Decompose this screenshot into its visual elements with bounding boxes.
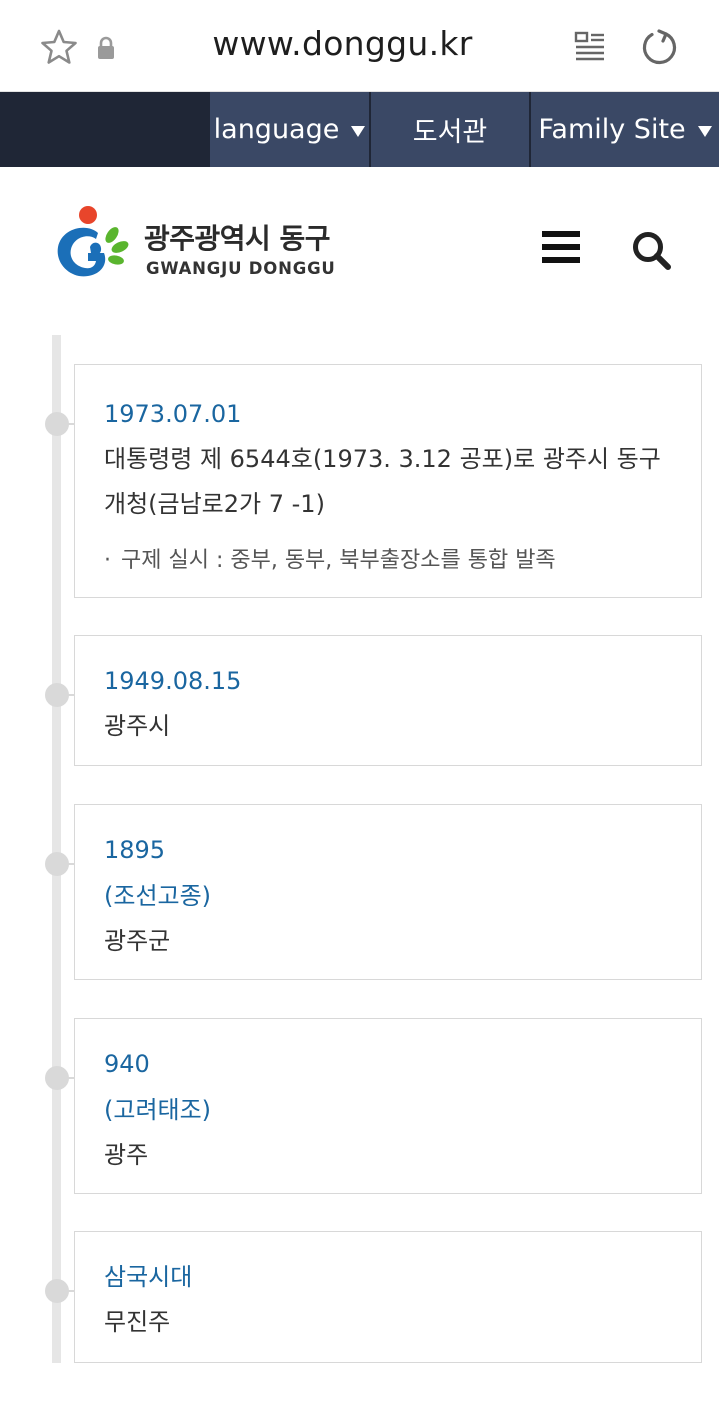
entry-date-era: (조선고종) — [104, 882, 212, 910]
dong-gu-logo-icon[interactable] — [54, 203, 130, 283]
entry-date: 940 — [104, 1050, 150, 1078]
entry-description: 개청(금남로2가 7 -1) — [104, 490, 325, 518]
lock-icon — [98, 36, 114, 59]
language-label: language — [213, 114, 340, 145]
star-icon[interactable] — [40, 28, 78, 66]
timeline-entry: 940 (고려태조) 광주 — [45, 1018, 702, 1194]
site-header: 광주광역시 동구 GWANGJU DONGGU — [0, 167, 719, 327]
caret-down-icon — [697, 126, 712, 137]
entry-description: 광주시 — [104, 712, 171, 740]
reader-mode-icon[interactable] — [574, 30, 606, 62]
timeline-entry: 삼국시대 무진주 — [45, 1231, 702, 1363]
timeline-dot — [45, 852, 69, 876]
timeline-line — [52, 335, 61, 1363]
entry-date: 1895 — [104, 836, 166, 864]
timeline-dot — [45, 412, 69, 436]
timeline-entry: 1895 (조선고종) 광주군 — [45, 804, 702, 980]
entry-date-era: (고려태조) — [104, 1096, 212, 1124]
library-link[interactable]: 도서관 — [371, 92, 529, 167]
history-timeline: 1973.07.01 대통령령 제 6544호(1973. 3.12 공포)로 … — [0, 335, 719, 1401]
entry-date: 삼국시대 — [104, 1263, 193, 1291]
entry-description: 광주군 — [104, 927, 171, 955]
entry-description: 광주 — [104, 1141, 149, 1169]
family-site-dropdown[interactable]: Family Site — [531, 92, 719, 167]
entry-date: 1949.08.15 — [104, 667, 242, 695]
library-label: 도서관 — [412, 117, 488, 148]
family-site-label: Family Site — [538, 114, 686, 145]
timeline-dot — [45, 683, 69, 707]
language-dropdown[interactable]: language — [210, 92, 369, 167]
entry-note: · 구제 실시 : 중부, 동부, 북부출장소를 통합 발족 — [104, 548, 556, 573]
timeline-entry: 1949.08.15 광주시 — [45, 635, 702, 766]
entry-date: 1973.07.01 — [104, 400, 242, 428]
url-display[interactable]: www.donggu.kr — [170, 24, 515, 63]
reload-icon[interactable] — [640, 28, 678, 66]
utility-nav: language 도서관 Family Site — [0, 92, 719, 167]
timeline-dot — [45, 1066, 69, 1090]
caret-down-icon — [351, 126, 366, 137]
logo-title[interactable]: 광주광역시 동구 — [144, 217, 331, 257]
hamburger-menu-icon[interactable] — [542, 231, 580, 267]
entry-description: 대통령령 제 6544호(1973. 3.12 공포)로 광주시 동구 — [104, 445, 661, 473]
logo-subtitle: GWANGJU DONGGU — [146, 259, 336, 278]
browser-address-bar: www.donggu.kr — [0, 0, 719, 92]
search-icon[interactable] — [630, 229, 672, 271]
timeline-entry: 1973.07.01 대통령령 제 6544호(1973. 3.12 공포)로 … — [45, 364, 702, 598]
timeline-dot — [45, 1279, 69, 1303]
entry-description: 무진주 — [104, 1308, 171, 1336]
